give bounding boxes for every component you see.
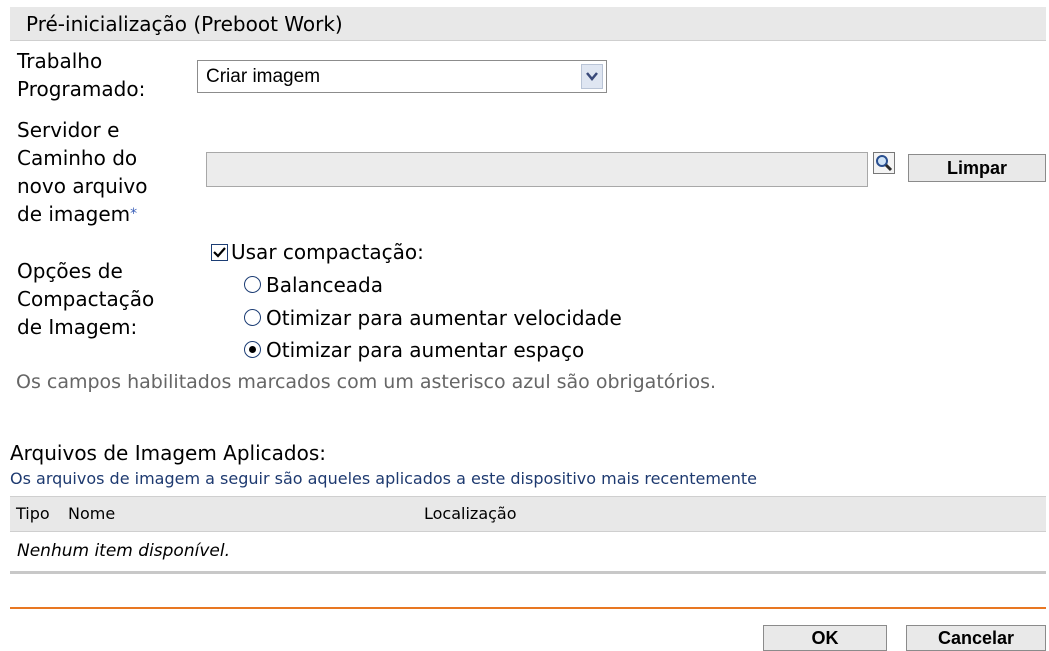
column-header-name[interactable]: Nome [68,497,115,531]
panel-title: Pré-inicialização (Preboot Work) [10,7,1046,41]
radio-optimize-space-label: Otimizar para aumentar espaço [266,338,585,362]
cancel-button[interactable]: Cancelar [906,625,1046,651]
column-header-type[interactable]: Tipo [16,497,50,531]
server-path-input[interactable] [206,152,868,187]
required-asterisk: * [130,206,138,222]
empty-message: Nenhum item disponível. [17,541,230,561]
radio-optimize-speed[interactable] [244,309,261,326]
compression-options-label: Opções de Compactação de Imagem: [17,259,155,339]
checkmark-icon [213,247,226,258]
radio-optimize-speed-label: Otimizar para aumentar velocidade [266,306,622,330]
scheduled-job-select[interactable]: Criar imagem [197,60,607,93]
applied-images-table: Tipo Nome Localização Nenhum item dispon… [10,496,1046,574]
chevron-down-icon[interactable] [581,64,603,89]
column-header-location[interactable]: Localização [424,497,517,531]
clear-button[interactable]: Limpar [908,154,1046,182]
radio-balanced[interactable] [244,276,261,293]
use-compression-label: Usar compactação: [231,240,424,264]
applied-images-heading: Arquivos de Imagem Aplicados: [10,441,326,465]
footer-divider [10,607,1046,609]
ok-button[interactable]: OK [763,625,887,651]
required-fields-note: Os campos habilitados marcados com um as… [16,371,717,393]
scheduled-job-label: Trabalho Programado: [17,49,146,101]
table-header: Tipo Nome Localização [10,496,1046,532]
use-compression-checkbox[interactable] [211,244,228,261]
radio-balanced-label: Balanceada [266,273,383,297]
radio-optimize-space[interactable] [244,341,261,358]
applied-images-subheading: Os arquivos de imagem a seguir são aquel… [10,469,758,488]
server-path-label: Servidor e Caminho do novo arquivo de im… [17,118,148,226]
magnifier-icon[interactable] [873,152,895,174]
scheduled-job-value: Criar imagem [206,66,321,87]
